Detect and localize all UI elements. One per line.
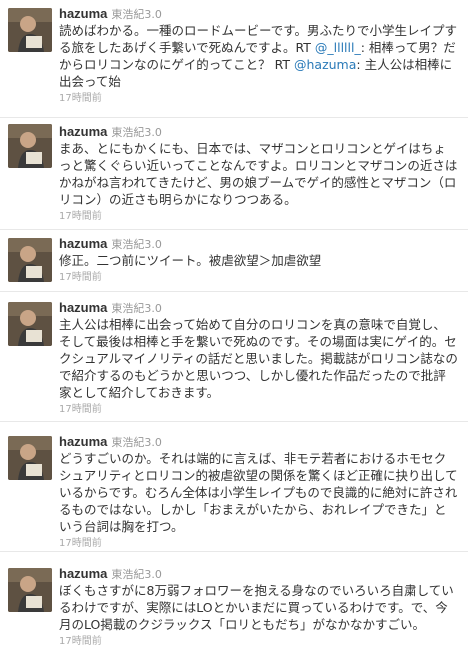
tweet-item: hazuma 東浩紀3.0 まあ、とにもかくにも、日本では、マザコンとロリコンとゲ…	[0, 118, 468, 230]
screen-name[interactable]: hazuma	[59, 236, 107, 251]
screen-name[interactable]: hazuma	[59, 434, 107, 449]
display-name: 東浩紀3.0	[111, 238, 162, 251]
tweet-header: hazuma 東浩紀3.0	[59, 4, 458, 22]
tweet-header: hazuma 東浩紀3.0	[59, 564, 458, 582]
timestamp-link[interactable]: 17時間前	[59, 271, 458, 284]
display-name: 東浩紀3.0	[111, 126, 162, 139]
tweet-item: hazuma 東浩紀3.0 どうすごいのか。それは端的に言えば、非モテ若者における…	[0, 422, 468, 552]
tweet-header: hazuma 東浩紀3.0	[59, 432, 458, 450]
timestamp-link[interactable]: 17時間前	[59, 92, 458, 105]
tweet-header: hazuma 東浩紀3.0	[59, 122, 458, 140]
tweet-text: ぼくもさすがに8万弱フォロワーを抱える身なのでいろいろ自粛しているわけですが、実…	[59, 583, 454, 632]
display-name: 東浩紀3.0	[111, 302, 162, 315]
timestamp-link[interactable]: 17時間前	[59, 403, 458, 416]
tweet-item: hazuma 東浩紀3.0 ぼくもさすがに8万弱フォロワーを抱える身なのでいろいろ…	[0, 552, 468, 656]
avatar[interactable]	[8, 302, 52, 346]
tweet-text: 主人公は相棒に出会って始めて自分のロリコンを真の意味で自覚し、そして最後は相棒と…	[59, 317, 458, 400]
timestamp-link[interactable]: 17時間前	[59, 537, 458, 550]
tweet-item: hazuma 東浩紀3.0 読めばわかる。一種のロードムービーです。男ふたりで小学…	[0, 0, 468, 118]
avatar[interactable]	[8, 124, 52, 168]
display-name: 東浩紀3.0	[111, 8, 162, 21]
display-name: 東浩紀3.0	[111, 568, 162, 581]
mention-link[interactable]: @_llllll_	[315, 40, 361, 55]
screen-name[interactable]: hazuma	[59, 566, 107, 581]
screen-name[interactable]: hazuma	[59, 6, 107, 21]
screen-name[interactable]: hazuma	[59, 300, 107, 315]
tweet-item: hazuma 東浩紀3.0 主人公は相棒に出会って始めて自分のロリコンを真の意味で…	[0, 292, 468, 422]
tweet-header: hazuma 東浩紀3.0	[59, 234, 458, 252]
display-name: 東浩紀3.0	[111, 436, 162, 449]
avatar[interactable]	[8, 436, 52, 480]
timestamp-link[interactable]: 17時間前	[59, 635, 458, 648]
tweet-text: どうすごいのか。それは端的に言えば、非モテ若者におけるホモセクシュアリティとロリ…	[59, 451, 458, 534]
tweet-text: 修正。二つ前にツイート。被虐欲望＞加虐欲望	[59, 253, 322, 268]
avatar[interactable]	[8, 568, 52, 612]
tweet-item: hazuma 東浩紀3.0 修正。二つ前にツイート。被虐欲望＞加虐欲望 17時間前	[0, 230, 468, 292]
mention-link[interactable]: @hazuma	[294, 57, 356, 72]
timestamp-link[interactable]: 17時間前	[59, 210, 458, 223]
avatar[interactable]	[8, 238, 52, 282]
screen-name[interactable]: hazuma	[59, 124, 107, 139]
tweet-text: 読めばわかる。一種のロードムービーです。男ふたりで小学生レイプする旅をしたあげく…	[59, 22, 458, 90]
tweet-timeline: hazuma 東浩紀3.0 読めばわかる。一種のロードムービーです。男ふたりで小学…	[0, 0, 468, 656]
avatar[interactable]	[8, 8, 52, 52]
tweet-header: hazuma 東浩紀3.0	[59, 298, 458, 316]
tweet-text: まあ、とにもかくにも、日本では、マザコンとロリコンとゲイはちょっと驚くぐらい近い…	[59, 141, 458, 207]
